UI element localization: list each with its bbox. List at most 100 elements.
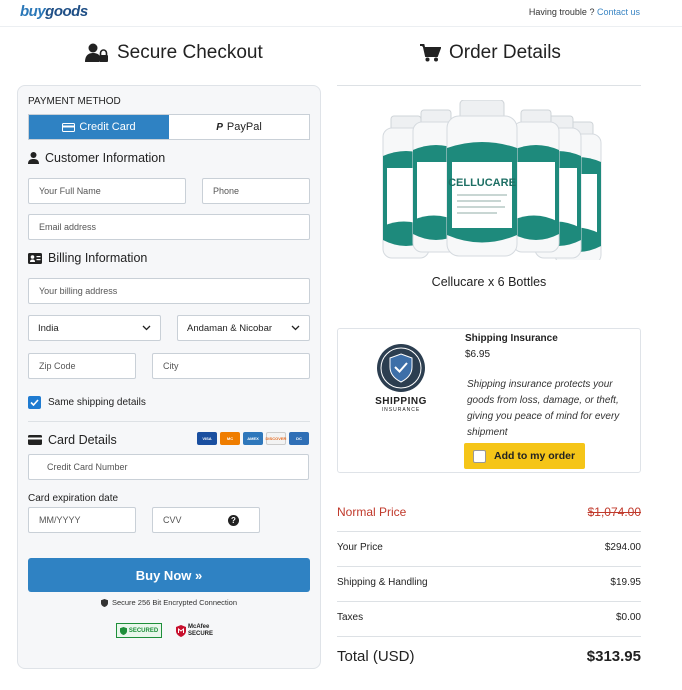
header-divider [0, 26, 682, 27]
card-details-heading: Card Details [28, 433, 117, 447]
billing-info-heading: Billing Information [28, 251, 147, 265]
order-divider-top [337, 85, 641, 86]
add-insurance-checkbox[interactable] [473, 449, 486, 463]
secured-badge: SECURED [116, 623, 162, 638]
paypal-icon: P [216, 121, 223, 133]
visa-icon: VISA [197, 432, 217, 445]
cvv-input[interactable]: CVV ? [152, 507, 260, 533]
form-divider [28, 421, 310, 422]
customer-info-title: Customer Information [45, 151, 166, 165]
order-details-title: Order Details [449, 42, 561, 63]
address-card-icon [28, 252, 42, 264]
country-select[interactable]: India [28, 315, 161, 341]
user-lock-icon [85, 43, 108, 62]
total-row: Total (USD) $313.95 [337, 648, 641, 665]
buygoods-logo[interactable]: buygoods [20, 3, 88, 20]
mcafee-shield-icon [176, 624, 186, 637]
billing-address-input[interactable]: Your billing address [28, 278, 310, 304]
discover-icon: DISCOVER [266, 432, 286, 445]
normal-price-row: Normal Price $1,074.00 [337, 505, 641, 519]
your-price-label: Your Price [337, 542, 383, 553]
tab-paypal-label: PayPal [226, 121, 262, 133]
your-price-row: Your Price $294.00 [337, 542, 641, 553]
user-icon [28, 152, 39, 164]
contact-link[interactable]: Contact us [597, 7, 640, 17]
city-input[interactable]: City [152, 353, 310, 379]
shield-check-icon [119, 626, 127, 635]
zip-input[interactable]: Zip Code [28, 353, 136, 379]
shipping-label: Shipping & Handling [337, 577, 428, 588]
bottle-label: CELLUCARE [448, 177, 516, 189]
same-shipping-checkbox[interactable] [28, 396, 41, 409]
price-divider [337, 566, 641, 567]
state-select[interactable]: Andaman & Nicobar [177, 315, 310, 341]
tab-credit-card[interactable]: Credit Card [29, 115, 169, 139]
expiry-input[interactable]: MM/YYYY [28, 507, 136, 533]
card-number-input[interactable]: Credit Card Number [28, 454, 309, 480]
bottle-icon [512, 109, 560, 253]
insurance-title: Shipping Insurance [465, 333, 558, 344]
insurance-badge-text: SHIPPING [375, 396, 427, 407]
country-value: India [38, 322, 59, 334]
product-name: Cellucare x 6 Bottles [431, 275, 547, 289]
credit-card-icon [62, 122, 76, 132]
same-shipping-label[interactable]: Same shipping details [48, 397, 146, 408]
shipping-row: Shipping & Handling $19.95 [337, 577, 641, 588]
email-input[interactable]: Email address [28, 214, 310, 240]
logo-part-b: goods [45, 3, 88, 20]
help-text: Having trouble ? Contact us [529, 7, 640, 17]
price-divider [337, 601, 641, 602]
check-icon [30, 399, 39, 406]
shipping-value: $19.95 [610, 577, 641, 588]
phone-input[interactable]: Phone [202, 178, 310, 204]
help-icon[interactable]: ? [228, 514, 239, 526]
state-value: Andaman & Nicobar [187, 322, 273, 334]
total-label: Total (USD) [337, 648, 415, 665]
tab-paypal[interactable]: P PayPal [169, 115, 309, 139]
payment-method-label: PAYMENT METHOD [28, 96, 121, 107]
taxes-row: Taxes $0.00 [337, 612, 641, 623]
trouble-label: Having trouble ? [528, 7, 595, 17]
credit-card-icon [28, 435, 42, 445]
insurance-price: $6.95 [465, 349, 491, 360]
your-price-value: $294.00 [604, 542, 641, 553]
secure-checkout-title: Secure Checkout [117, 42, 263, 63]
normal-price-label: Normal Price [337, 505, 407, 519]
shield-icon [100, 598, 108, 607]
taxes-label: Taxes [337, 612, 364, 623]
front-bottle: CELLUCARE [446, 100, 518, 257]
card-details-title: Card Details [48, 433, 117, 447]
payment-tabs: Credit Card P PayPal [28, 114, 310, 140]
cart-icon [420, 44, 441, 62]
mcafee-badge: McAfee SECURE [176, 622, 222, 639]
logo-part-a: buy [20, 3, 46, 20]
secure-note-text: Secure 256 Bit Encrypted Connection [111, 598, 238, 607]
chevron-down-icon [142, 325, 151, 331]
product-bottles-image: CELLUCARE [382, 100, 602, 260]
add-insurance-button[interactable]: Add to my order [464, 443, 585, 469]
accepted-cards: VISA MC AMEX DISCOVER DC [197, 432, 309, 445]
tab-credit-card-label: Credit Card [79, 121, 136, 133]
insurance-badge-sub: INSURANCE [381, 407, 421, 413]
billing-info-title: Billing Information [48, 251, 148, 265]
mcafee-badge-label: McAfee SECURE [188, 623, 214, 637]
total-value: $313.95 [586, 648, 641, 665]
secured-badge-label: SECURED [128, 627, 159, 634]
secure-checkout-heading: Secure Checkout [85, 42, 263, 64]
price-divider [337, 531, 641, 532]
chevron-down-icon [291, 325, 300, 331]
diners-club-icon: DC [289, 432, 309, 445]
cvv-placeholder: CVV [163, 515, 182, 525]
secure-connection-note: Secure 256 Bit Encrypted Connection [28, 598, 310, 607]
taxes-value: $0.00 [615, 612, 641, 623]
add-insurance-label: Add to my order [494, 450, 576, 462]
order-details-heading: Order Details [420, 42, 561, 64]
full-name-input[interactable]: Your Full Name [28, 178, 186, 204]
expiration-label: Card expiration date [28, 493, 119, 504]
buy-now-button[interactable]: Buy Now » [28, 558, 310, 592]
mastercard-icon: MC [220, 432, 240, 445]
normal-price-value: $1,074.00 [587, 505, 641, 519]
price-divider [337, 636, 641, 637]
amex-icon: AMEX [243, 432, 263, 445]
customer-info-heading: Customer Information [28, 151, 165, 165]
